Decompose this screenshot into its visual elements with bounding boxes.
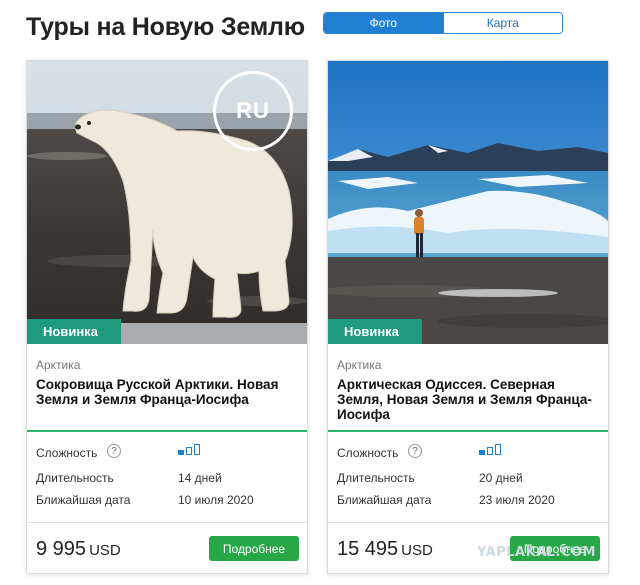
duration-label: Длительность xyxy=(36,471,114,485)
price: 9 995 USD xyxy=(36,538,121,561)
duration-value: 14 дней xyxy=(178,471,222,485)
help-icon[interactable]: ? xyxy=(107,444,121,458)
divider xyxy=(27,430,307,432)
difficulty-bar xyxy=(479,450,485,455)
price-currency: USD xyxy=(89,542,121,559)
difficulty-bar xyxy=(194,444,200,455)
arctic-explorer-image xyxy=(328,61,608,344)
duration-value: 20 дней xyxy=(479,471,523,485)
price-currency: USD xyxy=(401,542,433,559)
page-title: Туры на Новую Землю xyxy=(26,13,305,41)
help-icon[interactable]: ? xyxy=(408,444,422,458)
price-amount: 9 995 xyxy=(36,538,87,560)
date-label: Ближайшая дата xyxy=(337,493,432,507)
tour-card[interactable]: RU Новинка Арктика Сокровища Русской Арк… xyxy=(26,60,308,574)
price-amount: 15 495 xyxy=(337,538,399,560)
arctic-explorer-photo[interactable]: Новинка xyxy=(328,61,608,344)
duration-label: Длительность xyxy=(337,471,415,485)
difficulty-label: Сложность xyxy=(337,446,399,460)
date-value: 23 июля 2020 xyxy=(479,493,555,507)
price: 15 495 USD xyxy=(337,538,433,561)
difficulty-indicator xyxy=(479,444,501,455)
difficulty-bar xyxy=(186,447,192,455)
divider xyxy=(328,522,608,523)
difficulty-bar xyxy=(487,447,493,455)
date-label: Ближайшая дата xyxy=(36,493,131,507)
watermark-logo: YAPLAKAL.COM xyxy=(477,545,596,560)
tab-map[interactable]: Карта xyxy=(442,13,562,33)
difficulty-indicator xyxy=(178,444,200,455)
difficulty-label: Сложность xyxy=(36,446,98,460)
tour-card[interactable]: Новинка Арктика Арктическая Одиссея. Сев… xyxy=(327,60,609,574)
tour-title[interactable]: Арктическая Одиссея. Северная Земля, Нов… xyxy=(337,377,599,422)
more-button[interactable]: Подробнее xyxy=(209,536,299,561)
date-value: 10 июля 2020 xyxy=(178,493,254,507)
difficulty-bar xyxy=(495,444,501,455)
tab-photo[interactable]: Фото xyxy=(324,13,443,33)
new-badge: Новинка xyxy=(328,319,422,344)
ru-badge: RU xyxy=(213,71,293,151)
polar-bear-photo[interactable]: RU Новинка xyxy=(27,61,307,344)
view-toggle: Фото Карта xyxy=(323,12,563,34)
new-badge: Новинка xyxy=(27,319,121,344)
region-label: Арктика xyxy=(337,358,382,372)
tour-title[interactable]: Сокровища Русской Арктики. Новая Земля и… xyxy=(36,377,298,407)
difficulty-bar xyxy=(178,450,184,455)
divider xyxy=(328,430,608,432)
divider xyxy=(27,522,307,523)
region-label: Арктика xyxy=(36,358,81,372)
